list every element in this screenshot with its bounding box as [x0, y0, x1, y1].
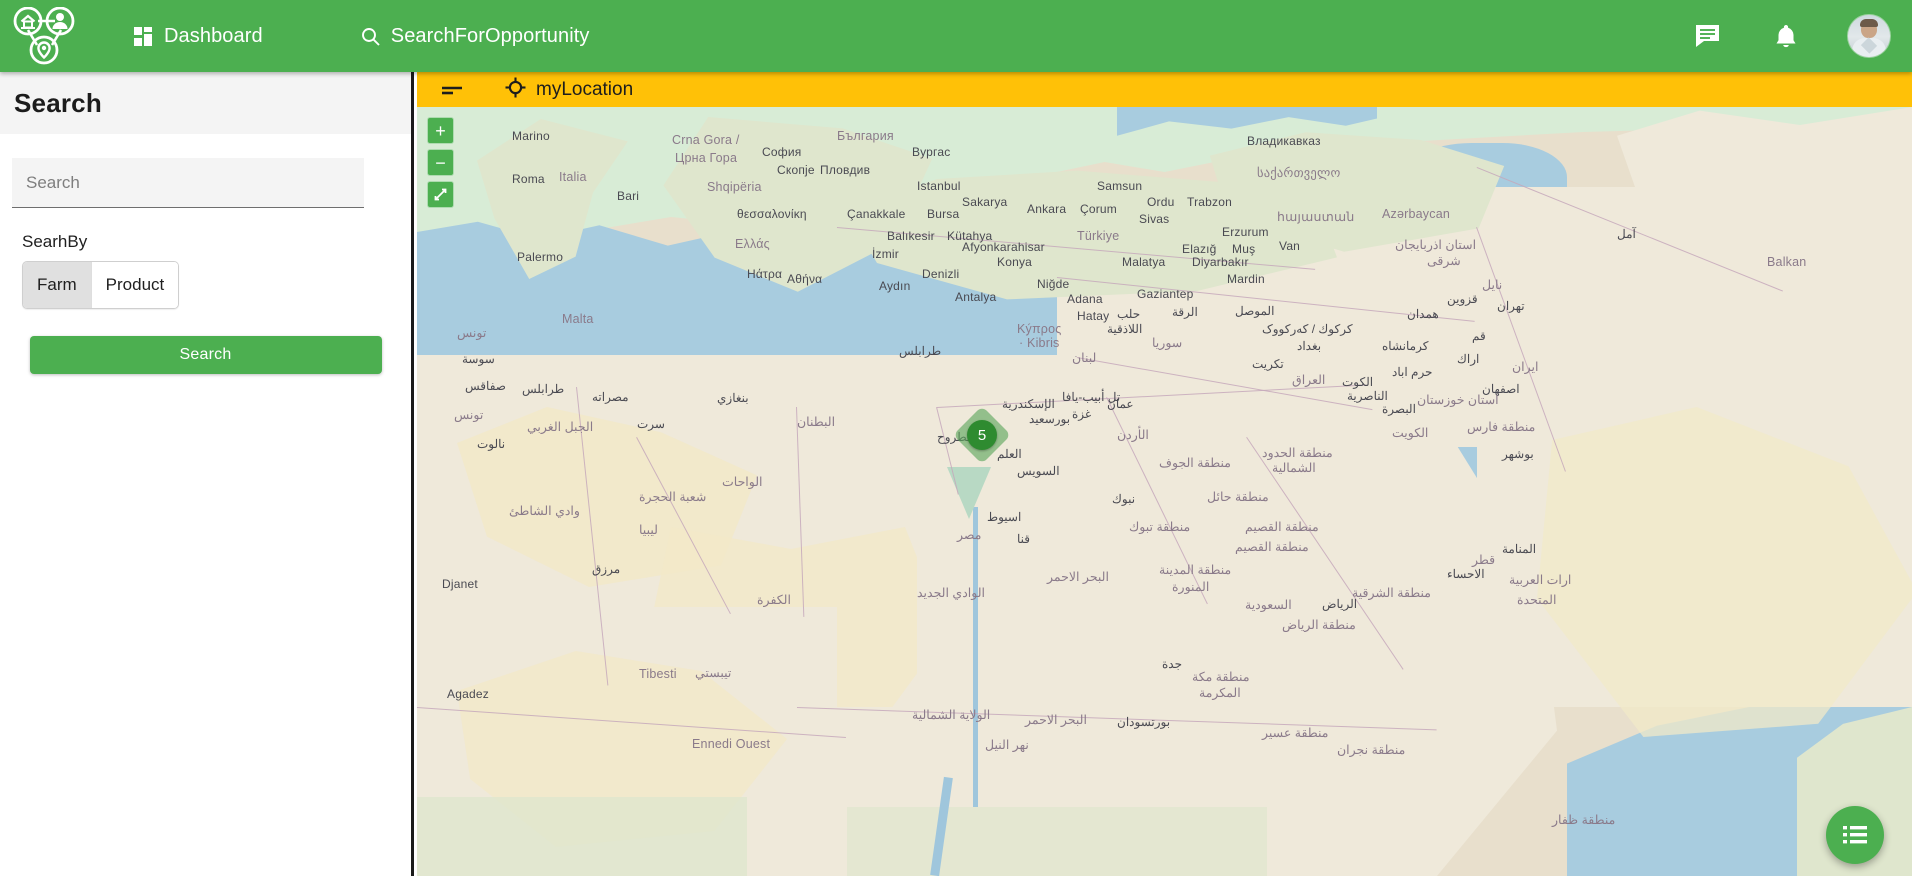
nav-item-dashboard-label: Dashboard: [164, 24, 263, 47]
search-by-toggle-group: Farm Product: [22, 261, 180, 309]
appbar-actions: [1690, 15, 1912, 57]
app-root: Dashboard SearchForOpportunity Search Se…: [0, 0, 1912, 876]
my-location-button[interactable]: myLocation: [505, 77, 633, 103]
fullscreen-expand-icon[interactable]: [427, 181, 454, 208]
list-view-icon: [1843, 826, 1867, 844]
primary-nav: Dashboard SearchForOpportunity: [130, 19, 684, 54]
my-location-label: myLocation: [536, 78, 634, 100]
search-icon: [361, 27, 380, 46]
dashboard-grid-icon: [134, 26, 153, 46]
menu-lines-icon[interactable]: [441, 83, 463, 97]
map-container: myLocation Marino Crna Gora / Црна Гора …: [417, 72, 1912, 876]
search-by-label: SearhBy: [22, 232, 88, 251]
sahel-land: [417, 797, 747, 876]
nav-item-search-label: SearchForOpportunity: [390, 24, 590, 47]
search-submit-button[interactable]: Search: [29, 336, 382, 374]
map-zoom-controls: + −: [427, 117, 454, 213]
user-avatar[interactable]: [1848, 15, 1890, 57]
network-nodes-logo-icon: [13, 7, 75, 65]
sidebar-body: SearhBy Farm Product Search: [0, 134, 411, 374]
nav-item-dashboard[interactable]: Dashboard: [130, 19, 267, 54]
sidebar-header: Search: [0, 72, 411, 134]
cluster-count-badge: 5: [967, 420, 997, 450]
search-field[interactable]: [12, 158, 364, 208]
top-app-bar: Dashboard SearchForOpportunity: [0, 0, 1912, 72]
search-by-option-product[interactable]: Product: [90, 262, 179, 308]
list-view-fab[interactable]: [1826, 806, 1884, 864]
gps-crosshair-icon: [505, 77, 526, 103]
nile-river: [973, 507, 978, 807]
avatar-hair: [1860, 19, 1878, 27]
zoom-out-button[interactable]: −: [427, 149, 454, 176]
chat-bubble-icon[interactable]: [1690, 19, 1724, 53]
map-canvas[interactable]: Marino Crna Gora / Црна Гора България Вургас…: [417, 107, 1912, 876]
map-cluster-marker[interactable]: 5: [953, 406, 1011, 464]
zoom-in-button[interactable]: +: [427, 117, 454, 144]
sudan-south-land: [847, 807, 1267, 876]
brand-logo[interactable]: [0, 0, 88, 72]
map-top-bar: myLocation: [417, 72, 1912, 107]
bell-icon[interactable]: [1769, 19, 1803, 53]
search-input[interactable]: [26, 172, 350, 193]
search-sidebar: Search SearhBy Farm Product Search: [0, 72, 414, 876]
page-title: Search: [14, 87, 102, 118]
nav-item-search-for-opportunity[interactable]: SearchForOpportunity: [357, 19, 594, 54]
search-by-option-farm[interactable]: Farm: [23, 262, 91, 308]
